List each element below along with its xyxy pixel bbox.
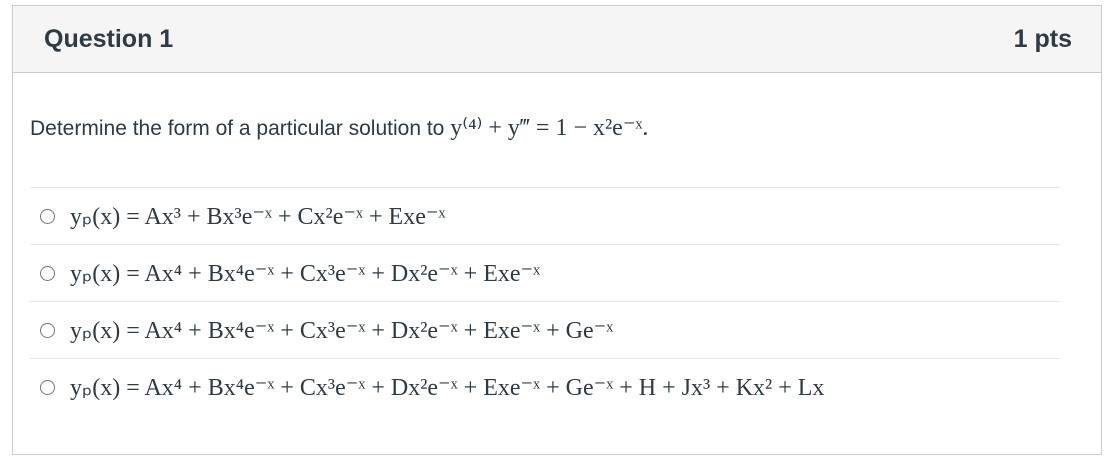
answer-option-3[interactable]: yₚ(x) = Ax⁴ + Bx⁴e⁻ˣ + Cx³e⁻ˣ + Dx²e⁻ˣ +… [30,301,1060,358]
answer-option-4[interactable]: yₚ(x) = Ax⁴ + Bx⁴e⁻ˣ + Cx³e⁻ˣ + Dx²e⁻ˣ +… [30,358,1060,415]
answer-label: yₚ(x) = Ax³ + Bx³e⁻ˣ + Cx²e⁻ˣ + Exe⁻ˣ [70,203,446,230]
radio-button[interactable] [40,379,55,395]
prompt-text: Determine the form of a particular solut… [30,117,445,140]
prompt-equation: y⁽⁴⁾ + y‴ = 1 − x²e⁻ˣ. [450,115,649,141]
radio-button[interactable] [40,322,55,338]
question-prompt: Determine the form of a particular solut… [30,113,648,142]
answer-list: yₚ(x) = Ax³ + Bx³e⁻ˣ + Cx²e⁻ˣ + Exe⁻ˣ yₚ… [30,187,1060,415]
radio-button[interactable] [40,265,55,281]
answer-option-2[interactable]: yₚ(x) = Ax⁴ + Bx⁴e⁻ˣ + Cx³e⁻ˣ + Dx²e⁻ˣ +… [30,244,1060,301]
answer-label: yₚ(x) = Ax⁴ + Bx⁴e⁻ˣ + Cx³e⁻ˣ + Dx²e⁻ˣ +… [70,317,614,344]
question-points: 1 pts [1013,24,1072,53]
answer-label: yₚ(x) = Ax⁴ + Bx⁴e⁻ˣ + Cx³e⁻ˣ + Dx²e⁻ˣ +… [70,374,825,401]
radio-button[interactable] [40,208,55,224]
answer-label: yₚ(x) = Ax⁴ + Bx⁴e⁻ˣ + Cx³e⁻ˣ + Dx²e⁻ˣ +… [70,260,541,287]
answer-option-1[interactable]: yₚ(x) = Ax³ + Bx³e⁻ˣ + Cx²e⁻ˣ + Exe⁻ˣ [30,187,1060,244]
question-header: Question 1 1 pts [13,6,1101,73]
question-title: Question 1 [44,24,174,53]
